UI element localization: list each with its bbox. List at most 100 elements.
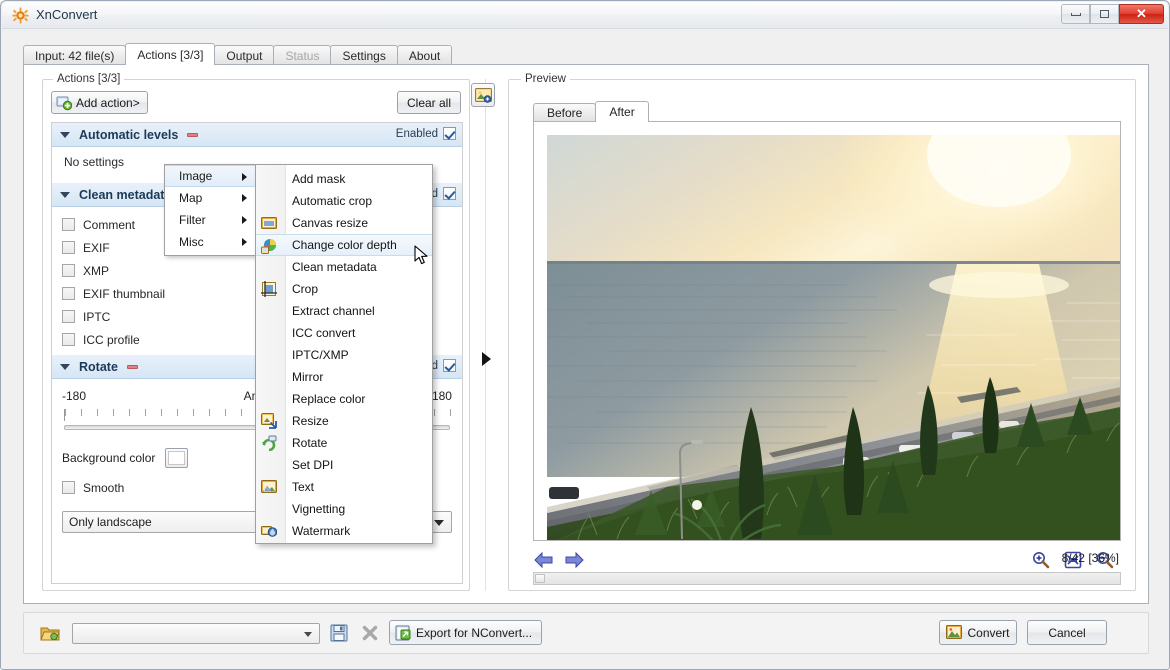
chevron-down-icon [434,520,444,526]
tab-after[interactable]: After [595,101,648,122]
zoom-in-icon[interactable] [1031,551,1051,569]
submenu-item-replace-color[interactable]: Replace color [256,388,432,410]
submenu-item-set-dpi[interactable]: Set DPI [256,454,432,476]
iptc-checkbox[interactable] [62,310,75,323]
tab-actions[interactable]: Actions [3/3] [125,43,215,65]
smooth-checkbox[interactable] [62,481,75,494]
preview-page-counter: 8/42 [36%] [1062,551,1119,565]
menu-item-map[interactable]: Map [165,187,255,209]
canvas-resize-icon [261,215,277,231]
comment-checkbox[interactable] [62,218,75,231]
preview-group-legend: Preview [521,73,570,85]
add-action-button[interactable]: Add action> [51,91,148,114]
submenu-item-canvas-resize[interactable]: Canvas resize [256,212,432,234]
submenu-item-iptc-xmp[interactable]: IPTC/XMP [256,344,432,366]
submenu-item-mirror-label: Mirror [292,370,323,384]
menu-item-image[interactable]: Image [165,165,255,187]
collapse-caret-icon[interactable] [60,192,70,198]
submenu-item-canvas-resize-label: Canvas resize [292,216,368,230]
submenu-item-resize[interactable]: Resize [256,410,432,432]
panel-splitter[interactable] [479,79,493,591]
cancel-button[interactable]: Cancel [1027,620,1107,645]
submenu-arrow-icon [242,194,247,202]
close-button[interactable]: ✕ [1119,4,1164,24]
action-title: Automatic levels [79,128,178,142]
submenu-item-text[interactable]: abc Text [256,476,432,498]
preview-horizontal-scrollbar[interactable] [533,572,1121,585]
remove-action-icon[interactable] [187,133,198,137]
submenu-item-add-mask[interactable]: Add mask [256,168,432,190]
background-color-swatch[interactable] [165,448,188,468]
preset-dropdown[interactable] [72,623,320,644]
tab-before[interactable]: Before [533,103,596,122]
menu-item-filter[interactable]: Filter [165,209,255,231]
action-title: Rotate [79,360,118,374]
export-for-nconvert-button[interactable]: Export for NConvert... [389,620,542,645]
submenu-item-clean-metadata-label: Clean metadata [292,260,377,274]
tab-status-label: Status [285,49,319,63]
change-color-depth-icon [261,238,277,254]
action-header-automatic-levels[interactable]: Automatic levels Enabled [52,123,462,147]
action-enabled-group: Enabled [396,127,456,140]
minimize-button[interactable] [1061,4,1090,24]
enabled-checkbox[interactable] [443,359,456,372]
tab-output[interactable]: Output [214,45,274,65]
menu-item-misc[interactable]: Misc [165,231,255,253]
rotate-icon [261,435,277,451]
clear-all-label: Clear all [407,96,451,110]
maximize-icon [1091,5,1118,23]
angle-min-label: -180 [62,389,86,403]
submenu-item-vignetting[interactable]: Vignetting [256,498,432,520]
preview-image-icon[interactable] [471,83,495,107]
tab-content-panel: Actions [3/3] Add action> Clear all [23,64,1149,604]
submenu-item-icc-convert[interactable]: ICC convert [256,322,432,344]
iptc-label: IPTC [83,310,110,324]
open-folder-icon[interactable] [40,624,60,642]
actions-group-legend: Actions [3/3] [53,73,124,85]
preview-controls: 8/42 [36%] [533,548,1121,572]
previous-image-arrow-icon[interactable] [533,551,555,569]
bottom-toolbar: Export for NConvert... Convert Cancel [23,612,1149,654]
submenu-item-resize-label: Resize [292,414,329,428]
export-label: Export for NConvert... [416,626,532,640]
next-image-arrow-icon[interactable] [563,551,585,569]
expand-panel-arrow-icon[interactable] [482,352,491,366]
submenu-item-set-dpi-label: Set DPI [292,458,333,472]
enabled-label: Enabled [396,128,438,140]
exif-checkbox[interactable] [62,241,75,254]
submenu-item-mirror[interactable]: Mirror [256,366,432,388]
enabled-checkbox[interactable] [443,127,456,140]
submenu-item-iptc-xmp-label: IPTC/XMP [292,348,349,362]
scrollbar-thumb[interactable] [535,574,545,583]
preview-canvas[interactable] [547,135,1121,541]
enabled-checkbox[interactable] [443,187,456,200]
submenu-item-add-mask-label: Add mask [292,172,345,186]
submenu-item-watermark[interactable]: Watermark [256,520,432,542]
clear-all-button[interactable]: Clear all [397,91,461,114]
submenu-item-clean-metadata[interactable]: Clean metadata [256,256,432,278]
submenu-item-change-color-depth[interactable]: Change color depth [256,234,432,256]
tab-input[interactable]: Input: 42 file(s) [23,45,126,65]
window-title: XnConvert [36,7,97,22]
export-icon [395,625,411,641]
submenu-arrow-icon [242,216,247,224]
maximize-button[interactable] [1090,4,1119,24]
submenu-item-change-color-depth-label: Change color depth [292,238,397,252]
submenu-item-extract-channel[interactable]: Extract channel [256,300,432,322]
collapse-caret-icon[interactable] [60,132,70,138]
xmp-checkbox[interactable] [62,264,75,277]
tab-settings[interactable]: Settings [330,45,397,65]
tab-about[interactable]: About [397,45,452,65]
submenu-item-rotate[interactable]: Rotate [256,432,432,454]
submenu-item-crop[interactable]: Crop [256,278,432,300]
tab-before-label: Before [547,106,582,120]
delete-icon[interactable] [361,624,379,642]
icc-profile-checkbox[interactable] [62,333,75,346]
collapse-caret-icon[interactable] [60,364,70,370]
exif-thumbnail-checkbox[interactable] [62,287,75,300]
submenu-item-automatic-crop-label: Automatic crop [292,194,372,208]
convert-button[interactable]: Convert [939,620,1017,645]
submenu-item-automatic-crop[interactable]: Automatic crop [256,190,432,212]
remove-action-icon[interactable] [127,365,138,369]
save-icon[interactable] [330,624,348,642]
